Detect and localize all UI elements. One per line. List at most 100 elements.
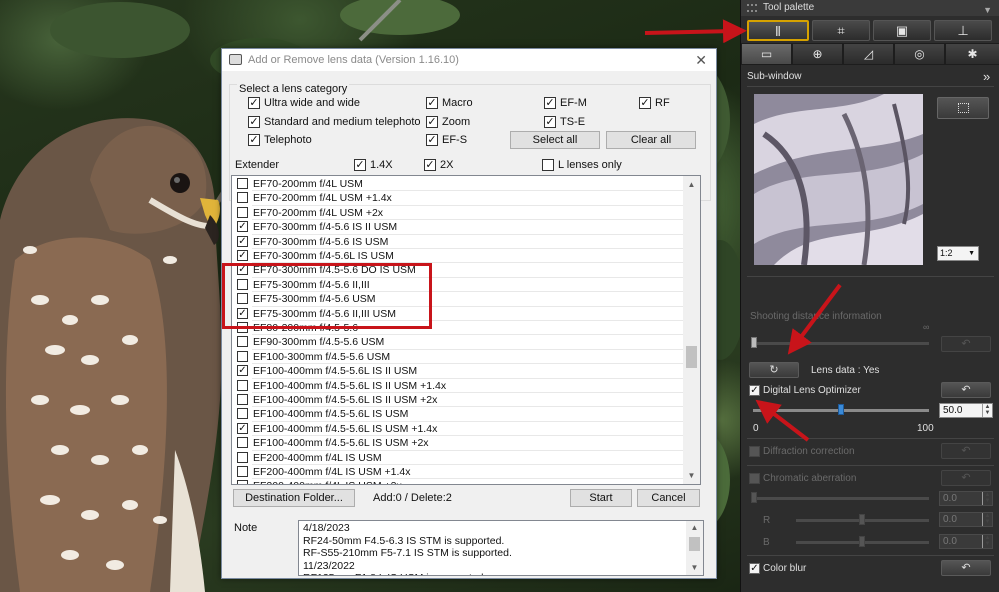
dlo-checkbox[interactable]: ✓ — [749, 385, 760, 396]
scroll-up-icon[interactable]: ▲ — [686, 521, 703, 535]
lens-list-item[interactable]: EF100-300mm f/4.5-5.6 USM — [232, 350, 684, 365]
distance-slider-knob[interactable] — [751, 337, 757, 348]
note-box[interactable]: 4/18/2023 RF24-50mm F4.5-6.3 IS STM is su… — [298, 520, 704, 576]
lens-list-item[interactable]: EF70-200mm f/4L USM +1.4x — [232, 191, 684, 206]
chromatic-value-field[interactable]: 0.0 ▲ ▼ — [939, 491, 993, 506]
lens-list-item[interactable]: ✓ EF70-300mm f/4-5.6 IS USM — [232, 235, 684, 249]
scroll-down-icon[interactable]: ▼ — [686, 561, 703, 575]
lens-checkbox[interactable] — [237, 379, 248, 391]
lens-list-item[interactable]: EF100-400mm f/4.5-5.6L IS USM +2x — [232, 436, 684, 451]
spinner-icon[interactable]: ▲ ▼ — [982, 404, 992, 417]
tool-palette-titlebar[interactable]: Tool palette ▼ — [741, 0, 999, 16]
spinner-icon[interactable]: ▲ ▼ — [982, 535, 992, 548]
lens-checkbox[interactable] — [237, 408, 248, 420]
destination-folder-button[interactable]: Destination Folder... — [233, 489, 355, 507]
lens-checkbox[interactable]: ✓ — [237, 422, 248, 434]
lens-checkbox[interactable] — [237, 192, 248, 204]
lens-list[interactable]: EF70-200mm f/4L USM EF70-200mm f/4L USM +… — [231, 175, 701, 485]
scroll-down-icon[interactable]: ▼ — [683, 467, 700, 484]
chromatic-slider-knob[interactable] — [751, 492, 757, 503]
lens-refresh-button[interactable]: ↻ — [749, 362, 799, 378]
extender-checkbox[interactable]: ✓ — [354, 159, 366, 171]
lens-checkbox[interactable]: ✓ — [237, 365, 248, 377]
lens-checkbox[interactable] — [237, 350, 248, 362]
scroll-thumb[interactable] — [686, 346, 697, 368]
dlo-value-field[interactable]: 50.0 ▲ ▼ — [939, 403, 993, 418]
color-blur-checkbox[interactable]: ✓ — [749, 563, 760, 574]
tab-lens-correction[interactable]: ⫴ — [747, 20, 809, 41]
lens-list-item[interactable]: EF100-400mm f/4.5-5.6L IS II USM +2x — [232, 393, 684, 408]
lens-checkbox[interactable] — [237, 394, 248, 405]
lens-list-item[interactable]: EF100-400mm f/4.5-5.6L IS USM — [232, 407, 684, 422]
grip-icon[interactable] — [747, 4, 757, 12]
lens-list-item[interactable]: EF70-200mm f/4L USM — [232, 177, 684, 192]
close-icon[interactable]: ✕ — [695, 52, 707, 69]
lens-checkbox[interactable] — [237, 451, 248, 463]
lens-list-item[interactable]: ✓ EF70-300mm f/4-5.6L IS USM — [232, 249, 684, 264]
category-checkbox[interactable]: ✓ — [248, 116, 260, 128]
b-slider-knob[interactable] — [859, 536, 865, 547]
distance-undo-button[interactable]: ↶ — [941, 336, 991, 352]
lens-checkbox[interactable] — [237, 480, 248, 484]
lens-list-item[interactable]: EF70-200mm f/4L USM +2x — [232, 206, 684, 221]
lens-list-item[interactable]: ✓ EF70-300mm f/4-5.6 IS II USM — [232, 220, 684, 235]
lens-checkbox[interactable]: ✓ — [237, 221, 248, 233]
lens-checkbox[interactable] — [237, 178, 248, 189]
dlo-undo-button[interactable]: ↶ — [941, 382, 991, 398]
r-value-field[interactable]: 0.0 ▲ ▼ — [939, 512, 993, 527]
lens-checkbox[interactable]: ✓ — [237, 250, 248, 261]
subtab-curve[interactable]: ◿ — [843, 43, 894, 65]
subtab-color[interactable]: ◎ — [894, 43, 945, 65]
category-checkbox[interactable]: ✓ — [544, 116, 556, 128]
extender-checkbox[interactable] — [542, 159, 554, 171]
dlo-slider-knob[interactable] — [838, 404, 844, 415]
subtab-settings[interactable]: ✱ — [945, 43, 999, 65]
zoom-select[interactable]: 1:2 ▼ — [937, 246, 979, 261]
lens-list-item[interactable]: EF200-400mm f/4L IS USM — [232, 451, 684, 465]
dialog-titlebar[interactable]: Add or Remove lens data (Version 1.16.10… — [222, 49, 716, 71]
lens-checkbox[interactable] — [237, 206, 248, 218]
category-checkbox[interactable]: ✓ — [426, 97, 438, 109]
r-slider-knob[interactable] — [859, 514, 865, 525]
category-checkbox[interactable]: ✓ — [248, 134, 260, 146]
scroll-up-icon[interactable]: ▲ — [683, 176, 700, 193]
clear-all-button[interactable]: Clear all — [606, 131, 696, 149]
select-all-button[interactable]: Select all — [510, 131, 600, 149]
category-checkbox[interactable]: ✓ — [426, 116, 438, 128]
category-checkbox[interactable]: ✓ — [426, 134, 438, 146]
b-value-field[interactable]: 0.0 ▲ ▼ — [939, 534, 993, 549]
category-checkbox[interactable]: ✓ — [544, 97, 556, 109]
scroll-thumb[interactable] — [689, 537, 700, 551]
diffraction-checkbox[interactable] — [749, 446, 760, 457]
chromatic-slider[interactable] — [753, 497, 929, 500]
lens-list-item[interactable]: ✓ EF100-400mm f/4.5-5.6L IS USM +1.4x — [232, 422, 684, 437]
extender-checkbox[interactable]: ✓ — [424, 159, 436, 171]
lens-checkbox[interactable] — [237, 437, 248, 449]
lens-list-item[interactable]: EF100-400mm f/4.5-5.6L IS II USM +1.4x — [232, 379, 684, 393]
dropdown-icon[interactable]: ▼ — [983, 2, 992, 18]
category-checkbox[interactable]: ✓ — [248, 97, 260, 109]
lens-checkbox[interactable]: ✓ — [237, 235, 248, 247]
diffraction-undo-button[interactable]: ↶ — [941, 443, 991, 459]
lens-checkbox[interactable] — [237, 466, 248, 477]
lens-list-scrollbar[interactable]: ▲ ▼ — [683, 176, 700, 484]
category-checkbox[interactable]: ✓ — [639, 97, 651, 109]
tab-stamp[interactable]: ⊥ — [934, 20, 992, 41]
cancel-button[interactable]: Cancel — [637, 489, 700, 507]
lens-list-item[interactable]: ✓ EF100-400mm f/4.5-5.6L IS II USM — [232, 364, 684, 379]
start-button[interactable]: Start — [570, 489, 632, 507]
tab-dust[interactable]: ▣ — [873, 20, 931, 41]
spinner-icon[interactable]: ▲ ▼ — [982, 513, 992, 526]
subtab-detail[interactable]: ⊕ — [792, 43, 843, 65]
distance-slider[interactable] — [753, 342, 929, 345]
lens-list-item[interactable]: EF200-400mm f/4L IS USM +2x — [232, 479, 684, 484]
lens-checkbox[interactable] — [237, 336, 248, 348]
note-scrollbar[interactable]: ▲ ▼ — [686, 521, 703, 575]
subwindow-preview[interactable] — [754, 94, 923, 265]
subtab-basic[interactable]: ▭ — [741, 43, 792, 65]
tab-crop[interactable]: ⌗ — [812, 20, 870, 41]
collapse-icon[interactable]: » — [983, 69, 990, 84]
chromatic-checkbox[interactable] — [749, 473, 760, 484]
fit-button[interactable] — [937, 97, 989, 119]
lens-list-item[interactable]: EF90-300mm f/4.5-5.6 USM — [232, 335, 684, 350]
